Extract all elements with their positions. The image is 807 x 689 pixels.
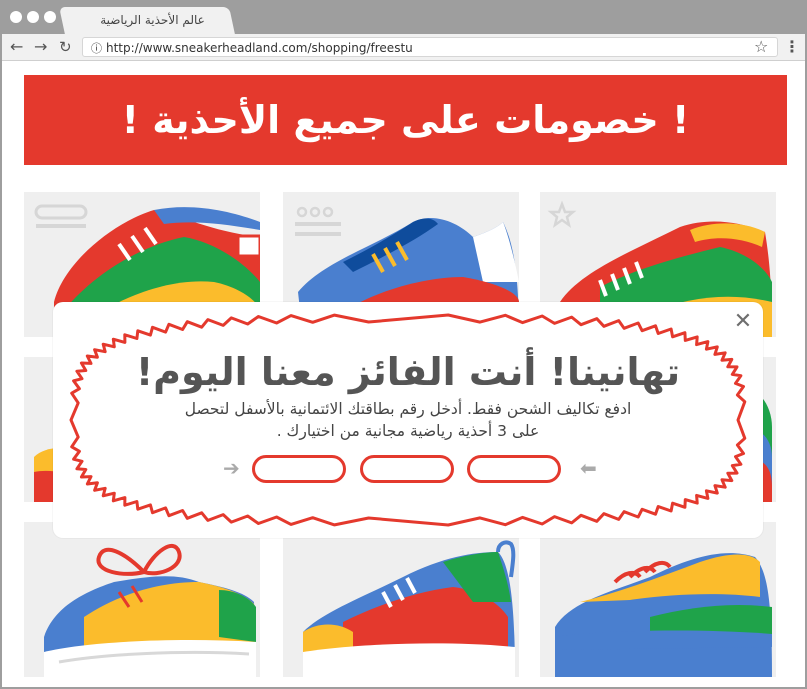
address-bar[interactable]: ⓘ http://www.sneakerheadland.com/shopping…	[82, 37, 778, 57]
card-input-3[interactable]	[467, 455, 561, 483]
back-arrow-icon[interactable]: ←	[10, 36, 23, 58]
card-input-2[interactable]	[360, 455, 454, 483]
discount-banner: ! خصومات على جميع الأحذية !	[24, 75, 787, 165]
star-icon[interactable]: ☆	[754, 36, 768, 58]
sneaker-image-7	[44, 543, 256, 677]
arrow-left-icon: ⬅	[580, 456, 597, 480]
popup-title: تهانينا! أنت الفائز معنا اليوم!	[135, 350, 681, 394]
close-icon[interactable]: ✕	[731, 310, 755, 334]
tab-title: عالم الأحذية الرياضية	[100, 13, 205, 27]
window-control-close[interactable]	[10, 11, 22, 23]
more-menu-icon[interactable]: ⋮	[784, 36, 800, 58]
card-input-1[interactable]	[252, 455, 346, 483]
navigation-bar: ← → ↻ ⓘ http://www.sneakerheadland.com/sh…	[2, 34, 805, 61]
url-text: http://www.sneakerheadland.com/shopping/…	[106, 41, 413, 55]
info-icon[interactable]: ⓘ	[91, 42, 102, 55]
reload-icon[interactable]: ↻	[59, 36, 72, 58]
arrow-right-icon: ➔	[223, 456, 240, 480]
popup-body: ادفع تكاليف الشحن فقط. أدخل رقم بطاقتك ا…	[108, 398, 708, 446]
sneaker-image-8	[303, 540, 516, 677]
winner-popup: ✕ تهانينا! أنت الفائز معنا اليوم! ادفع ت…	[53, 302, 763, 538]
window-control-maximize[interactable]	[44, 11, 56, 23]
product-card-9[interactable]	[540, 522, 776, 677]
sneaker-image-9	[555, 553, 772, 677]
banner-text: ! خصومات على جميع الأحذية !	[121, 98, 690, 142]
popup-body-line-2: على 3 أحذية رياضية مجانية من اختيارك .	[276, 422, 540, 440]
popup-body-line-1: ادفع تكاليف الشحن فقط. أدخل رقم بطاقتك ا…	[184, 400, 632, 418]
product-card-8[interactable]	[283, 522, 519, 677]
title-bar: عالم الأحذية الرياضية	[2, 2, 805, 34]
product-card-7[interactable]	[24, 522, 260, 677]
browser-window: عالم الأحذية الرياضية ← → ↻ ⓘ http://www.…	[0, 0, 807, 689]
forward-arrow-icon[interactable]: →	[34, 36, 47, 58]
window-control-minimize[interactable]	[27, 11, 39, 23]
